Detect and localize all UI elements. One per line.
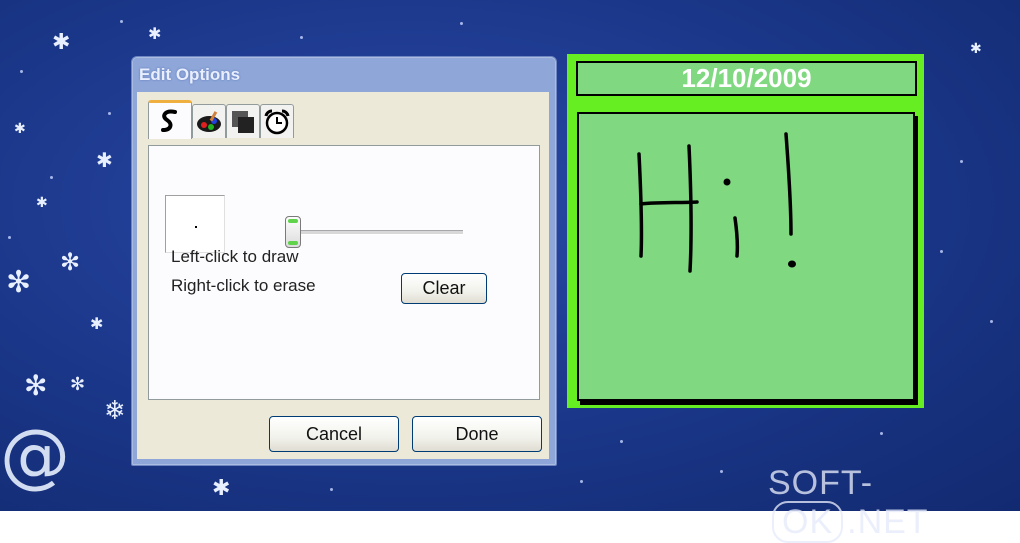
snowflake-icon: ✱ <box>52 30 71 55</box>
snowflake-icon: ✱ <box>14 121 26 137</box>
pen-stroke-icon <box>161 109 177 132</box>
snowflake-icon: ❄ <box>104 396 126 426</box>
note-date: 12/10/2009 <box>576 61 917 96</box>
cancel-button[interactable]: Cancel <box>269 416 399 452</box>
tab-background[interactable] <box>226 104 260 138</box>
pen-size-slider-thumb[interactable] <box>285 216 301 248</box>
star-dot <box>720 470 723 473</box>
dialog-body: Left-click to draw Right-click to erase … <box>137 92 549 459</box>
star-dot <box>330 488 333 491</box>
background-layers-icon <box>232 110 254 133</box>
note-drawing-canvas[interactable] <box>577 112 915 401</box>
sticky-note: 12/10/2009 <box>567 54 924 408</box>
star-dot <box>460 22 463 25</box>
star-dot <box>300 36 303 39</box>
star-dot <box>960 160 963 163</box>
pen-size-slider[interactable] <box>285 230 463 235</box>
edit-options-dialog: Edit Options Left-click to draw Right-cl… <box>131 56 557 466</box>
draw-hint-text: Left-click to draw <box>171 247 299 266</box>
star-dot <box>8 236 11 239</box>
star-dot <box>940 250 943 253</box>
star-dot <box>108 112 111 115</box>
snowflake-icon: ✱ <box>970 41 982 57</box>
snowflake-icon: ✱ <box>96 148 113 172</box>
alarm-clock-icon <box>264 109 290 134</box>
snowflake-icon: ✱ <box>212 476 231 501</box>
snowflake-icon: ✻ <box>24 369 48 402</box>
erase-hint-text: Right-click to erase <box>171 276 316 295</box>
snowflake-icon: ✱ <box>90 314 104 333</box>
star-dot <box>50 176 53 179</box>
tab-alarm[interactable] <box>260 104 294 138</box>
handwriting-drawing <box>637 132 796 273</box>
snowflake-icon: ✱ <box>36 195 48 211</box>
star-dot <box>880 432 883 435</box>
tab-pen[interactable] <box>148 100 192 139</box>
pen-size-preview <box>165 195 225 253</box>
snowflake-icon: ✱ <box>148 24 162 43</box>
star-dot <box>20 70 23 73</box>
star-dot <box>120 20 123 23</box>
pen-dot <box>195 226 197 228</box>
star-dot <box>990 320 993 323</box>
star-dot <box>620 440 623 443</box>
clear-button[interactable]: Clear <box>401 273 487 304</box>
tab-colors[interactable] <box>192 104 226 138</box>
snowflake-icon: ✻ <box>6 265 32 300</box>
swirl-ornament-icon: @ <box>0 414 70 496</box>
snowflake-icon: ✻ <box>70 374 86 395</box>
snowflake-icon: ✻ <box>60 248 81 276</box>
palette-icon <box>197 110 221 132</box>
done-button[interactable]: Done <box>412 416 542 452</box>
star-dot <box>580 480 583 483</box>
dialog-title: Edit Options <box>139 65 241 84</box>
watermark-logo: SOFT-OK .NET <box>768 464 929 543</box>
